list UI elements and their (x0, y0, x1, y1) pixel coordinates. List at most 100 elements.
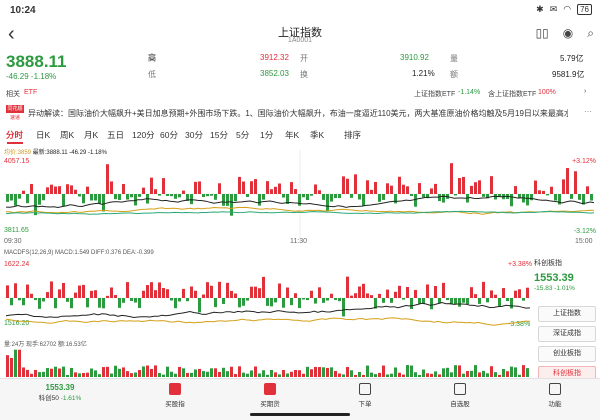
x-label-start: 09:30 (4, 238, 22, 245)
volume-bar (458, 365, 461, 377)
chart-bar (30, 293, 33, 298)
volume-bar (442, 368, 445, 377)
news-text[interactable]: 异动解读：国际油价大幅飙升+美日加息预期+外围市场下跌。1、国际油价大幅飙升，布… (28, 108, 568, 119)
volume-bar (474, 365, 477, 377)
volume-bar (430, 373, 433, 377)
volume-bar (254, 366, 257, 377)
book-icon[interactable]: ▯▯ (536, 26, 549, 41)
related-row[interactable]: 相关 ETF 上证指数ETF -1.14% 含上证指数ETF 100% › (0, 87, 600, 101)
search-icon[interactable]: ⌕ (587, 26, 594, 41)
tab-monthly-k[interactable]: 月K (84, 129, 98, 141)
chart-bar (474, 182, 477, 194)
chart-bar (526, 194, 529, 206)
volume-bar (502, 368, 505, 377)
chart-bar (374, 181, 377, 194)
chart-bar (414, 289, 417, 298)
volume-bar (382, 365, 385, 377)
chart-bar (410, 298, 413, 309)
volume-bar (238, 366, 241, 377)
macd-chart[interactable] (0, 258, 532, 338)
tab-timeshare[interactable]: 分时 (6, 129, 23, 141)
buy-index-button[interactable]: 买股指 (145, 383, 205, 408)
volume-bar (358, 371, 361, 377)
chart-bar (522, 298, 525, 301)
function-button[interactable]: 功能 (525, 383, 585, 408)
related-etf[interactable]: ETF (24, 89, 37, 96)
tab-120min[interactable]: 120分 (132, 129, 155, 141)
chart-bar (510, 194, 513, 207)
tab-weekly-k[interactable]: 周K (60, 129, 74, 141)
volume-bar (406, 365, 409, 377)
volume-bar (30, 373, 33, 377)
chart-bar (94, 290, 97, 298)
eye-icon[interactable]: ◉ (563, 26, 573, 41)
index-button-shenzhen[interactable]: 深证成指 (538, 326, 596, 342)
bottom-ticker[interactable]: 1553.39 科创50 -1.61% (30, 383, 90, 402)
volume-bar (446, 367, 449, 377)
chart-bar (442, 194, 445, 203)
chart-bar (194, 181, 197, 194)
more-icon[interactable]: ⋯ (584, 107, 592, 116)
volume-chart[interactable] (0, 345, 532, 377)
buy-index-label: 买股指 (165, 401, 185, 408)
chart-bar (538, 190, 541, 194)
chart-bar (70, 185, 73, 194)
chart-bar (530, 194, 533, 201)
chart-bar (190, 194, 193, 205)
app-header: ‹ 上证指数 1A0001 ▯▯ ◉ ⌕ (0, 22, 600, 48)
volume-bar (390, 373, 393, 377)
chart-bar (114, 295, 117, 298)
chart-bar (26, 194, 29, 204)
tab-daily-k[interactable]: 日K (36, 129, 50, 141)
chart-bar (482, 194, 485, 197)
chart-bar (118, 298, 121, 308)
chart-bar (286, 287, 289, 298)
volume-bar (34, 369, 37, 377)
tab-1min[interactable]: 1分 (260, 129, 273, 141)
chart-bar (154, 189, 157, 194)
tab-30min[interactable]: 30分 (185, 129, 203, 141)
chart-bar (398, 285, 401, 298)
volume-bar (510, 366, 513, 377)
tab-sort[interactable]: 排序 (344, 129, 361, 141)
volume-bar (42, 371, 45, 377)
chart-bar (350, 194, 353, 198)
chart-bar (326, 298, 329, 301)
chart-bar (338, 298, 341, 302)
index-button-shanghai[interactable]: 上证指数 (538, 306, 596, 322)
main-timeshare-chart[interactable] (0, 150, 600, 238)
chart-bar (130, 298, 133, 301)
function-label: 功能 (548, 401, 562, 408)
chart-bar (250, 181, 253, 194)
volume-bar (126, 371, 129, 377)
volume-bar (426, 373, 429, 377)
volume-bar (242, 372, 245, 377)
tab-15min[interactable]: 15分 (210, 129, 228, 141)
chart-bar (310, 290, 313, 298)
chart-bar (254, 286, 257, 298)
etf2-name[interactable]: 含上证指数ETF (488, 89, 536, 99)
chart-bar (90, 290, 93, 298)
etf1-name[interactable]: 上证指数ETF (414, 89, 455, 99)
tab-quarterly-k[interactable]: 季K (310, 129, 324, 141)
chart-bar (566, 168, 569, 194)
news-badge-sub: 速递 (9, 115, 20, 121)
watchlist-button[interactable]: 自选股 (430, 383, 490, 408)
tab-60min[interactable]: 60分 (160, 129, 178, 141)
order-button[interactable]: 下单 (335, 383, 395, 408)
chart-bar (234, 194, 237, 202)
volume-bar (326, 367, 329, 377)
tab-yearly-k[interactable]: 年K (285, 129, 299, 141)
index-button-chinext[interactable]: 创业板指 (538, 346, 596, 362)
chart-bar (214, 298, 217, 308)
chart-bar (222, 194, 225, 206)
tab-5min[interactable]: 5分 (236, 129, 249, 141)
news-ticker[interactable]: 同花顺 速递 异动解读：国际油价大幅飙升+美日加息预期+外围市场下跌。1、国际油… (0, 104, 600, 126)
chart-bar (234, 293, 237, 298)
chart-bar (122, 298, 125, 303)
chart-bar (50, 281, 53, 298)
buy-futures-button[interactable]: 买期货 (240, 383, 300, 408)
chart-bar (242, 181, 245, 194)
chart-bar (126, 282, 129, 298)
tab-five-day[interactable]: 五日 (107, 129, 124, 141)
